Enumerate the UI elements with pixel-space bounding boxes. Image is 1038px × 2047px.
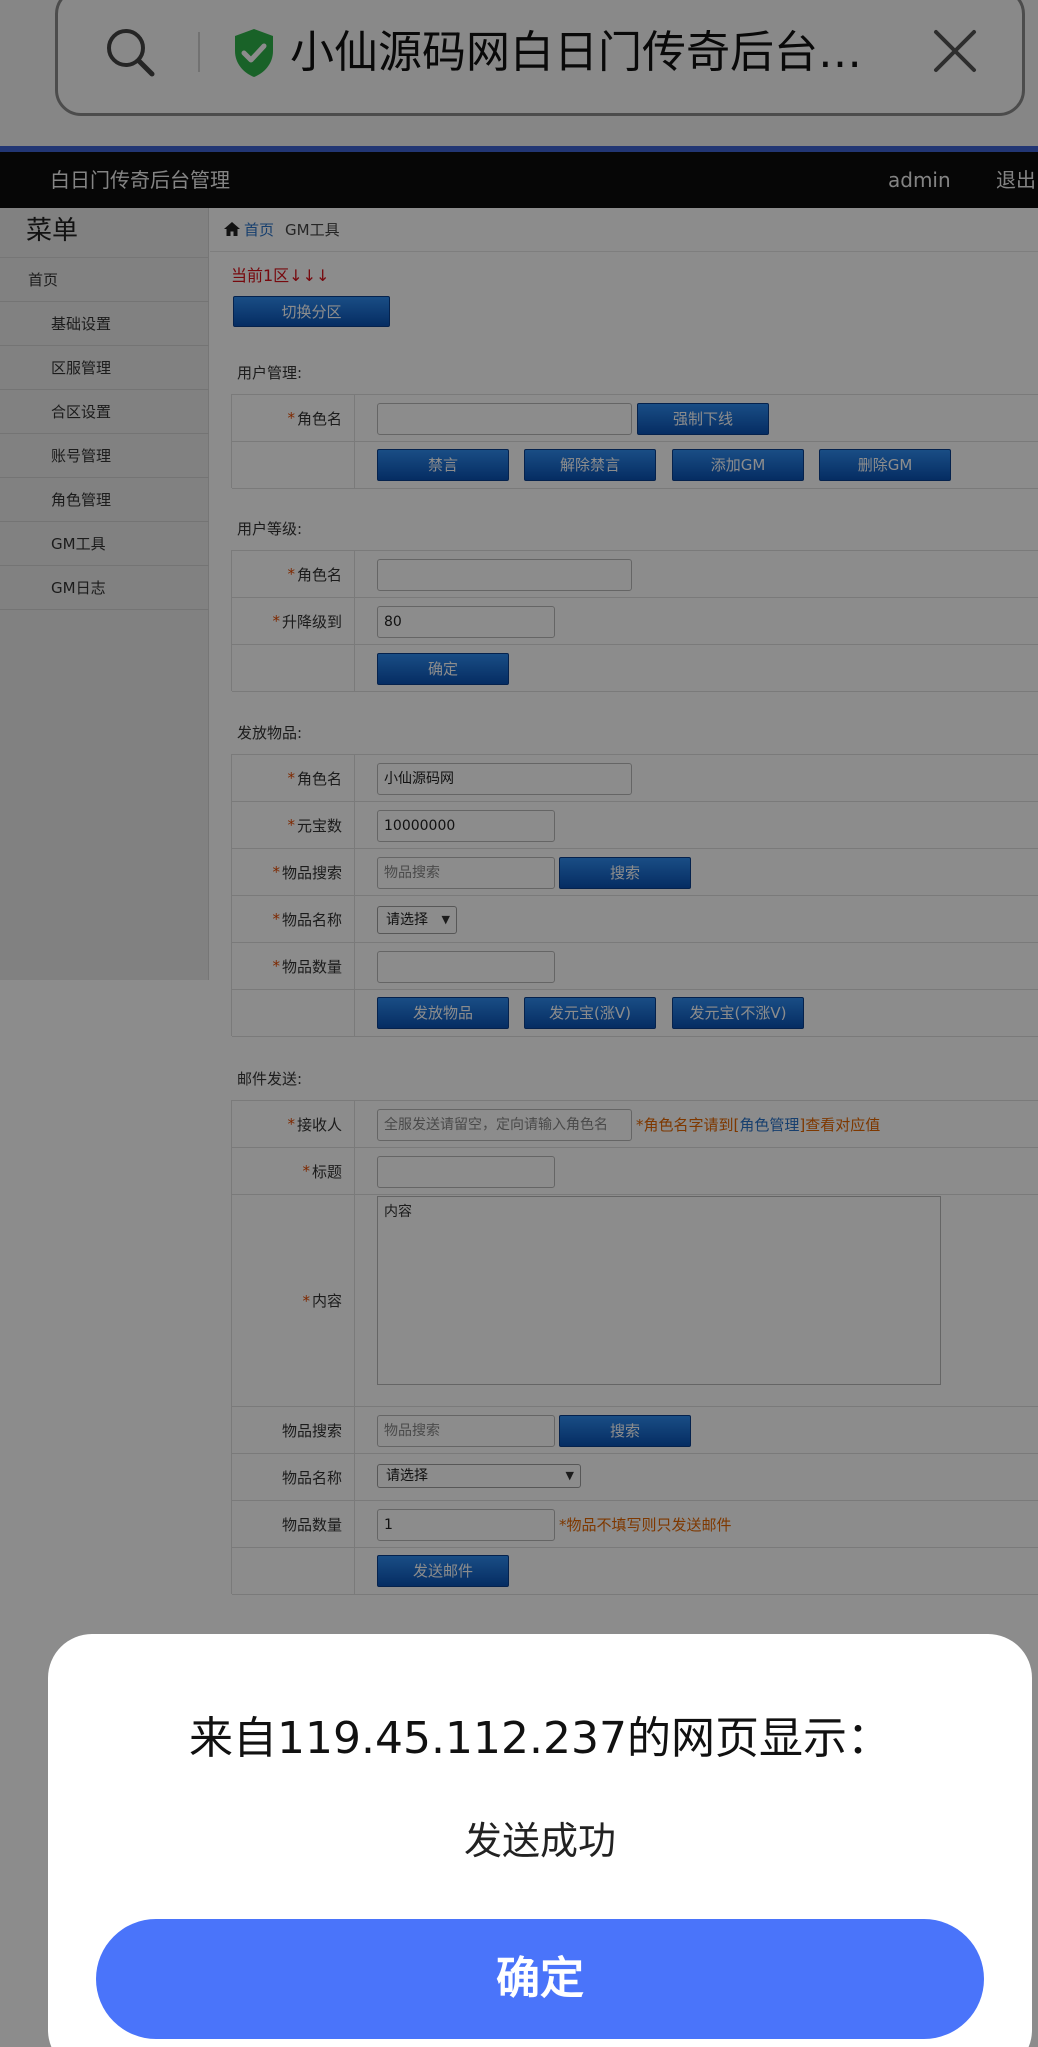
alert-dialog: 来自119.45.112.237的网页显示： 发送成功 确定: [48, 1634, 1032, 2047]
dialog-message: 发送成功: [463, 1819, 616, 1863]
dialog-ok-button[interactable]: 确定: [96, 1919, 984, 2039]
dialog-title: 来自119.45.112.237的网页显示：: [189, 1713, 891, 1764]
